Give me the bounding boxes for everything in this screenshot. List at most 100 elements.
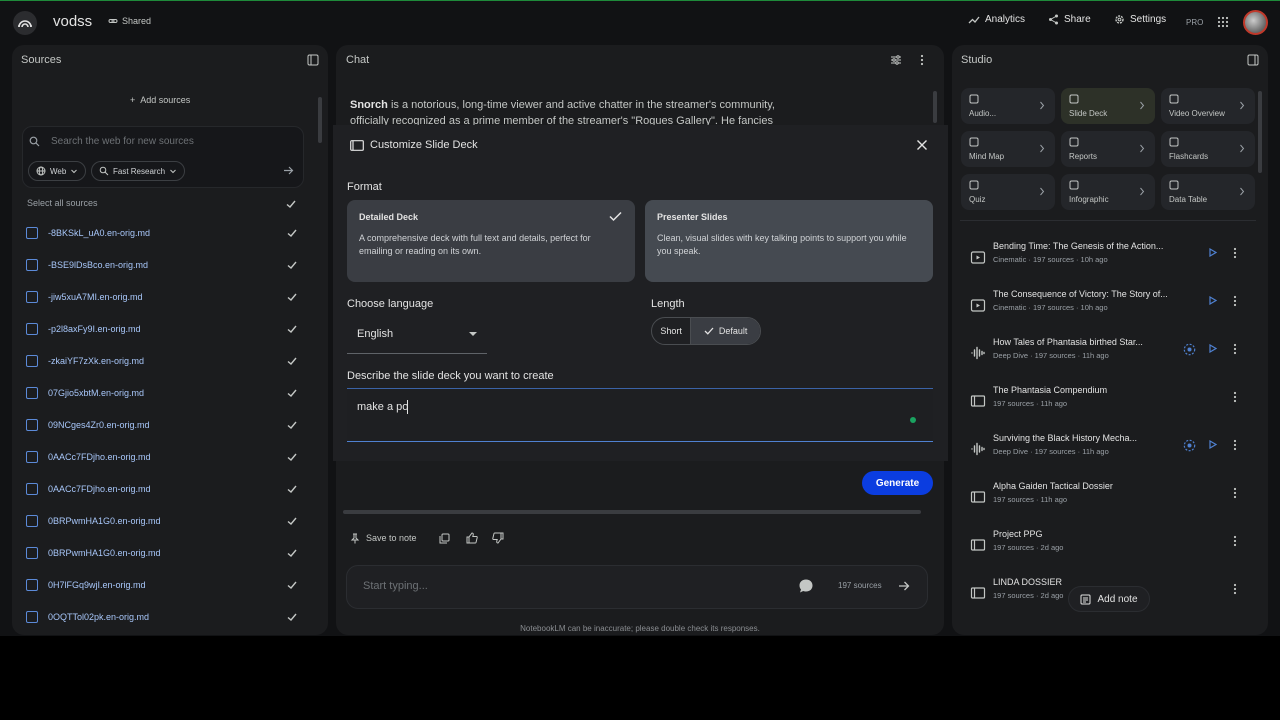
more-vert-icon[interactable]	[1232, 247, 1238, 259]
apps-grid-icon[interactable]	[1217, 16, 1229, 28]
source-row[interactable]: -8BKSkL_uA0.en-orig.md	[26, 225, 298, 241]
chat-input[interactable]: Start typing...	[363, 580, 428, 592]
more-vert-icon[interactable]	[1232, 487, 1238, 499]
studio-tile[interactable]: Data Table	[1161, 174, 1255, 210]
send-arrow-icon[interactable]	[898, 580, 910, 592]
notebook-title[interactable]: vodss	[53, 13, 92, 30]
sources-scrollbar[interactable]	[318, 97, 322, 143]
share-button[interactable]: Share	[1048, 14, 1091, 25]
source-checkbox[interactable]	[286, 291, 298, 303]
format-card-detailed-deck[interactable]: Detailed Deck A comprehensive deck with …	[347, 200, 635, 282]
interactive-audio-icon[interactable]	[1183, 343, 1196, 356]
more-vert-icon[interactable]	[1232, 295, 1238, 307]
source-checkbox[interactable]	[286, 611, 298, 623]
more-vert-icon[interactable]	[919, 54, 925, 66]
studio-tile[interactable]: Audio...	[961, 88, 1055, 124]
studio-artifact-row[interactable]: How Tales of Phantasia birthed Star... De…	[964, 334, 1246, 378]
studio-tile[interactable]: Video Overview	[1161, 88, 1255, 124]
source-row[interactable]: -BSE9lDsBco.en-orig.md	[26, 257, 298, 273]
select-all-checkbox[interactable]	[285, 198, 297, 210]
studio-tile[interactable]: Slide Deck	[1061, 88, 1155, 124]
play-icon[interactable]	[1209, 440, 1217, 449]
studio-tile[interactable]: Flashcards	[1161, 131, 1255, 167]
studio-tile-label: Reports	[1069, 152, 1098, 161]
describe-textarea[interactable]	[347, 388, 933, 442]
collapse-panel-icon[interactable]	[307, 54, 319, 66]
play-icon[interactable]	[1209, 248, 1217, 257]
file-icon	[26, 515, 38, 527]
collapse-panel-icon[interactable]	[1247, 54, 1259, 66]
source-checkbox[interactable]	[286, 419, 298, 431]
studio-tile[interactable]: Mind Map	[961, 131, 1055, 167]
source-checkbox[interactable]	[286, 227, 298, 239]
source-row[interactable]: 0AACc7FDjho.en-orig.md	[26, 449, 298, 465]
source-row[interactable]: 09NCges4Zr0.en-orig.md	[26, 417, 298, 433]
shared-badge[interactable]: Shared	[108, 16, 151, 26]
format-card-presenter-slides[interactable]: Presenter Slides Clean, visual slides wi…	[645, 200, 933, 282]
language-select[interactable]: English	[347, 318, 487, 354]
avatar[interactable]	[1243, 10, 1268, 35]
play-icon[interactable]	[1209, 296, 1217, 305]
studio-artifact-row[interactable]: Bending Time: The Genesis of the Action.…	[964, 238, 1246, 282]
source-label: 0BRPwmHA1G0.en-orig.md	[48, 548, 161, 558]
save-to-note-button[interactable]: Save to note	[366, 533, 417, 543]
source-checkbox[interactable]	[286, 355, 298, 367]
fast-research-chip[interactable]: Fast Research	[91, 161, 186, 181]
source-row[interactable]: 0BRPwmHA1G0.en-orig.md	[26, 513, 298, 529]
more-vert-icon[interactable]	[1232, 535, 1238, 547]
source-row[interactable]: -jiw5xuA7MI.en-orig.md	[26, 289, 298, 305]
studio-artifact-row[interactable]: The Phantasia Compendium 197 sources · 11…	[964, 382, 1246, 426]
source-checkbox[interactable]	[286, 259, 298, 271]
source-checkbox[interactable]	[286, 579, 298, 591]
source-row[interactable]: 0BRPwmHA1G0.en-orig.md	[26, 545, 298, 561]
source-checkbox[interactable]	[286, 451, 298, 463]
studio-artifact-row[interactable]: Alpha Gaiden Tactical Dossier 197 sources…	[964, 478, 1246, 522]
source-row[interactable]: 0AACc7FDjho.en-orig.md	[26, 481, 298, 497]
fast-research-label: Fast Research	[113, 166, 166, 176]
source-checkbox[interactable]	[286, 547, 298, 559]
add-sources-button[interactable]: + Add sources	[130, 95, 190, 105]
source-row[interactable]: 07Gjio5xbtM.en-orig.md	[26, 385, 298, 401]
length-default-option[interactable]: Default	[691, 318, 760, 344]
more-vert-icon[interactable]	[1232, 391, 1238, 403]
settings-button[interactable]: Settings	[1114, 14, 1166, 25]
source-checkbox[interactable]	[286, 387, 298, 399]
source-checkbox[interactable]	[286, 483, 298, 495]
studio-artifact-row[interactable]: The Consequence of Victory: The Story of…	[964, 286, 1246, 330]
source-row[interactable]: -zkaiYF7zXk.en-orig.md	[26, 353, 298, 369]
chat-bubble-icon[interactable]	[798, 578, 814, 594]
source-checkbox[interactable]	[286, 323, 298, 335]
submit-arrow-icon[interactable]	[283, 165, 294, 176]
thumbs-up-icon[interactable]	[466, 532, 478, 544]
analytics-button[interactable]: Analytics	[968, 14, 1025, 25]
studio-artifact-row[interactable]: Project PPG 197 sources · 2d ago	[964, 526, 1246, 570]
studio-tile[interactable]: Reports	[1061, 131, 1155, 167]
source-checkbox[interactable]	[286, 515, 298, 527]
source-row[interactable]: 0H7lFGq9wjI.en-orig.md	[26, 577, 298, 593]
tune-icon[interactable]	[890, 54, 902, 66]
generate-button[interactable]: Generate	[862, 471, 933, 495]
interactive-audio-icon[interactable]	[1183, 439, 1196, 452]
horizontal-scrollbar-thumb[interactable]	[343, 510, 921, 514]
more-vert-icon[interactable]	[1232, 583, 1238, 595]
add-note-button[interactable]: Add note	[1068, 586, 1150, 612]
notebooklm-logo-icon[interactable]	[13, 11, 37, 35]
studio-tile[interactable]: Quiz	[961, 174, 1055, 210]
chat-scrollbar[interactable]	[933, 91, 937, 123]
source-row[interactable]: 0OQTTol02pk.en-orig.md	[26, 609, 298, 625]
play-icon[interactable]	[1209, 344, 1217, 353]
studio-tile[interactable]: Infographic	[1061, 174, 1155, 210]
more-vert-icon[interactable]	[1232, 343, 1238, 355]
web-chip[interactable]: Web	[28, 161, 87, 181]
horizontal-scrollbar[interactable]	[333, 508, 948, 516]
studio-artifact-row[interactable]: Surviving the Black History Mecha... Deep…	[964, 430, 1246, 474]
source-row[interactable]: -p2l8axFy9I.en-orig.md	[26, 321, 298, 337]
studio-scrollbar[interactable]	[1258, 91, 1262, 173]
copy-icon[interactable]	[439, 533, 450, 544]
length-short-option[interactable]: Short	[652, 318, 692, 344]
file-icon	[26, 387, 38, 399]
source-search-input[interactable]: Search the web for new sources	[51, 136, 194, 147]
thumbs-down-icon[interactable]	[491, 532, 504, 544]
more-vert-icon[interactable]	[1232, 439, 1238, 451]
close-icon[interactable]	[916, 139, 928, 151]
